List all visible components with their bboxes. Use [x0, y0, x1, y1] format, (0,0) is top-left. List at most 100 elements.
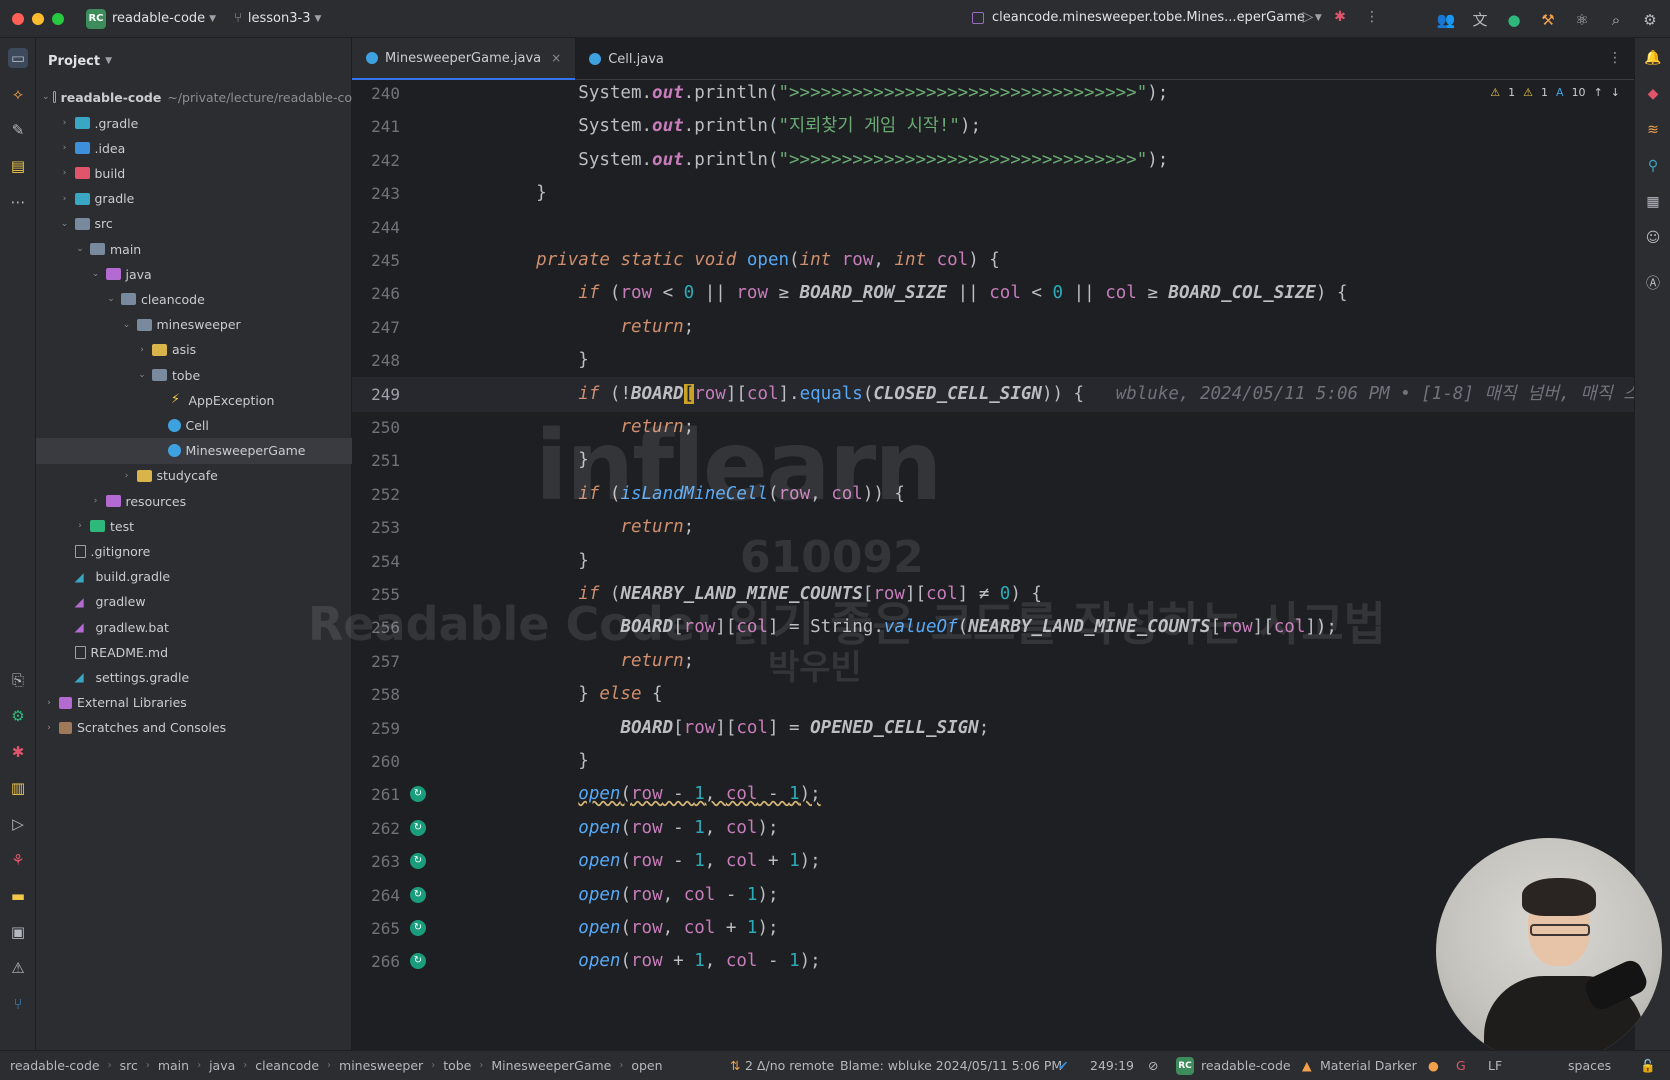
maximize-window-button[interactable]: [52, 12, 64, 25]
recursive-call-icon[interactable]: ↻: [410, 953, 426, 970]
translate-icon[interactable]: 文: [1470, 9, 1490, 30]
database-tool-icon[interactable]: ≋: [1643, 120, 1663, 140]
tree-item[interactable]: › asis: [36, 337, 352, 363]
chevron-right-icon[interactable]: ›: [58, 118, 72, 128]
code-line[interactable]: 257 return;: [352, 644, 1634, 679]
pull-requests-icon[interactable]: ✎: [8, 120, 28, 140]
chevron-down-icon[interactable]: ⌄: [104, 294, 118, 304]
code-line[interactable]: 264 ↻ open(row, col - 1);: [352, 878, 1634, 913]
tree-item[interactable]: ⌄ tobe: [36, 362, 352, 388]
build-tools-icon[interactable]: ⚒: [1538, 11, 1558, 29]
branch-switcher[interactable]: lesson3-3: [248, 11, 311, 26]
close-icon[interactable]: ×: [551, 51, 561, 65]
settings-icon[interactable]: ⚙: [1640, 11, 1660, 29]
code-line[interactable]: 244: [352, 210, 1634, 245]
code-line[interactable]: 241 System.out.println("지뢰찾기 게임 시작!");: [352, 109, 1634, 144]
breadcrumb-item[interactable]: minesweeper: [339, 1058, 423, 1073]
debug-tool-icon[interactable]: ✱: [8, 742, 28, 762]
tree-item[interactable]: ⌄ java: [36, 261, 352, 287]
code-line[interactable]: 256 BOARD[row][col] = String.valueOf(NEA…: [352, 610, 1634, 645]
breadcrumb-item[interactable]: cleancode: [255, 1058, 319, 1073]
problems-icon[interactable]: ⚠: [8, 958, 28, 978]
recursive-call-icon[interactable]: ↻: [410, 853, 426, 870]
line-number[interactable]: 247: [352, 310, 400, 345]
tab-options-icon[interactable]: ⋮: [1608, 50, 1622, 66]
cursor-position[interactable]: 249:19: [1090, 1058, 1134, 1073]
theme-name[interactable]: Material Darker: [1320, 1058, 1417, 1073]
code-line[interactable]: 240 System.out.println(">>>>>>>>>>>>>>>>…: [352, 80, 1634, 111]
breadcrumb-item[interactable]: tobe: [443, 1058, 471, 1073]
vcs-status[interactable]: 2 Δ/no remote: [745, 1058, 834, 1073]
line-number[interactable]: 250: [352, 410, 400, 445]
project-switcher[interactable]: readable-code: [112, 11, 205, 26]
code-line[interactable]: 252 if (isLandMineCell(row, col)) {: [352, 477, 1634, 512]
breadcrumb-item[interactable]: MinesweeperGame: [491, 1058, 611, 1073]
line-number[interactable]: 263: [352, 844, 400, 879]
recursive-call-icon[interactable]: ↻: [410, 886, 426, 903]
tree-item[interactable]: › test: [36, 513, 352, 539]
chevron-right-icon[interactable]: ›: [42, 723, 56, 733]
line-number[interactable]: 252: [352, 477, 400, 512]
chevron-down-icon[interactable]: ⌄: [120, 320, 134, 330]
tab-minesweepergame[interactable]: MinesweeperGame.java ×: [352, 38, 576, 80]
line-number[interactable]: 249: [352, 377, 400, 412]
tab-cell[interactable]: Cell.java: [575, 38, 678, 80]
line-separator[interactable]: LF: [1488, 1058, 1502, 1073]
copilot-icon[interactable]: ☺: [1643, 228, 1663, 248]
chevron-right-icon[interactable]: ›: [120, 471, 134, 481]
terminal-icon[interactable]: ▣: [8, 922, 28, 942]
line-number[interactable]: 255: [352, 577, 400, 612]
line-number[interactable]: 251: [352, 443, 400, 478]
ai-chat-icon[interactable]: ◆: [1643, 84, 1663, 104]
code-line[interactable]: 260 }: [352, 744, 1634, 779]
tree-item[interactable]: › build: [36, 160, 352, 186]
notifications-icon[interactable]: 🔔: [1643, 48, 1663, 68]
plugin-icon[interactable]: ⚛: [1572, 11, 1592, 29]
code-line[interactable]: 248 }: [352, 343, 1634, 378]
code-line[interactable]: 263 ↻ open(row - 1, col + 1);: [352, 844, 1634, 879]
line-number[interactable]: 253: [352, 510, 400, 545]
chevron-down-icon[interactable]: ⌄: [73, 244, 87, 254]
chevron-down-icon[interactable]: ⌄: [135, 370, 149, 380]
line-number[interactable]: 243: [352, 176, 400, 211]
code-line[interactable]: 259 BOARD[row][col] = OPENED_CELL_SIGN;: [352, 711, 1634, 746]
code-line[interactable]: 258 } else {: [352, 677, 1634, 712]
line-number[interactable]: 256: [352, 610, 400, 645]
chevron-right-icon[interactable]: ›: [58, 168, 72, 178]
tree-item[interactable]: Cell: [36, 412, 352, 438]
code-line[interactable]: 253 return;: [352, 510, 1634, 545]
recursive-call-icon[interactable]: ↻: [410, 786, 426, 803]
blame-info[interactable]: Blame: wbluke 2024/05/11 5:06 PM: [840, 1058, 1062, 1073]
tree-item[interactable]: ⌄ main: [36, 236, 352, 262]
project-name[interactable]: readable-code: [1201, 1058, 1291, 1073]
more-tools-icon[interactable]: ⋯: [8, 192, 28, 212]
code-line[interactable]: 242 System.out.println(">>>>>>>>>>>>>>>>…: [352, 143, 1634, 178]
project-panel-header[interactable]: Project ▼: [36, 38, 351, 84]
chevron-down-icon[interactable]: ⌄: [58, 219, 72, 229]
tree-item[interactable]: ◢ gradlew: [36, 589, 352, 615]
breadcrumb-item[interactable]: open: [631, 1058, 662, 1073]
breadcrumb-item[interactable]: java: [209, 1058, 235, 1073]
code-line[interactable]: 250 return;: [352, 410, 1634, 445]
chevron-down-icon[interactable]: ⌄: [89, 269, 103, 279]
tree-item[interactable]: ◢ settings.gradle: [36, 664, 352, 690]
code-line[interactable]: 262 ↻ open(row - 1, col);: [352, 811, 1634, 846]
chevron-right-icon[interactable]: ›: [42, 698, 56, 708]
tree-item[interactable]: ⌄ src: [36, 211, 352, 237]
gradle-tool-icon[interactable]: ⚲: [1643, 156, 1663, 176]
services-icon[interactable]: ⚙: [8, 706, 28, 726]
indent-setting[interactable]: spaces: [1568, 1058, 1611, 1073]
tree-item[interactable]: › .gradle: [36, 110, 352, 136]
recursive-call-icon[interactable]: ↻: [410, 819, 426, 836]
line-number[interactable]: 241: [352, 109, 400, 144]
ai-assistant-tool-icon[interactable]: Ⓐ: [1643, 274, 1663, 294]
line-number[interactable]: 260: [352, 744, 400, 779]
run-configuration-selector[interactable]: cleancode.minesweeper.tobe.Mines...eperG…: [972, 10, 1322, 25]
database-icon[interactable]: ▥: [8, 778, 28, 798]
line-number[interactable]: 257: [352, 644, 400, 679]
line-number[interactable]: 248: [352, 343, 400, 378]
breadcrumb-item[interactable]: src: [120, 1058, 138, 1073]
code-line[interactable]: 255 if (NEARBY_LAND_MINE_COUNTS[row][col…: [352, 577, 1634, 612]
line-number[interactable]: 262: [352, 811, 400, 846]
line-number[interactable]: 258: [352, 677, 400, 712]
